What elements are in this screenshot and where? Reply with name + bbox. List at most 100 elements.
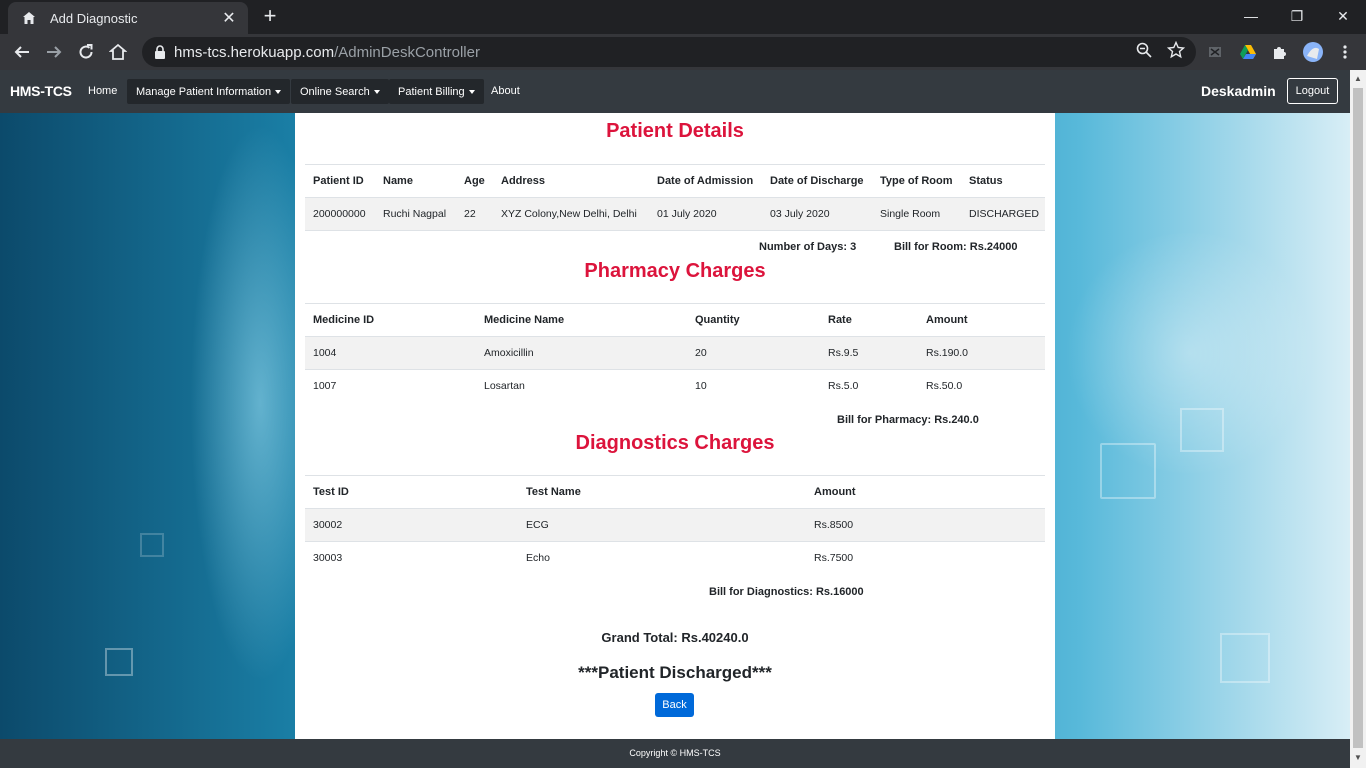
- zoom-icon[interactable]: [1134, 40, 1154, 60]
- column-header: Status: [969, 175, 1003, 187]
- column-header: Test Name: [526, 486, 581, 498]
- nav-home[interactable]: Home: [88, 85, 117, 97]
- patient-status: DISCHARGED: [969, 208, 1040, 220]
- table-header-row: Medicine ID Medicine Name Quantity Rate …: [305, 304, 1045, 337]
- nav-patient-billing-dropdown[interactable]: Patient Billing: [389, 79, 484, 104]
- forward-arrow-icon[interactable]: [42, 40, 66, 64]
- back-arrow-icon[interactable]: [10, 40, 34, 64]
- lock-icon: [155, 45, 165, 59]
- medicine-quantity: 10: [695, 380, 707, 392]
- top-navbar: HMS-TCS Home Manage Patient Information …: [0, 70, 1350, 113]
- discharge-status: ***Patient Discharged***: [578, 663, 772, 682]
- page-footer: Copyright © HMS-TCS: [0, 739, 1350, 768]
- browser-tab[interactable]: Add Diagnostic ✕: [8, 2, 248, 34]
- scrollbar-thumb[interactable]: [1353, 88, 1363, 748]
- test-name: ECG: [526, 519, 549, 531]
- browser-tab-strip: Add Diagnostic ✕ + — ❐ ✕: [0, 0, 1366, 34]
- column-header: Quantity: [695, 314, 740, 326]
- extension-shield-icon[interactable]: [1206, 43, 1224, 61]
- test-id: 30002: [313, 519, 343, 531]
- medicine-name: Amoxicillin: [484, 347, 534, 359]
- nav-manage-patient-dropdown[interactable]: Manage Patient Information: [127, 79, 291, 104]
- logout-button[interactable]: Logout: [1287, 78, 1338, 104]
- table-row: 30003 Echo Rs.7500: [305, 542, 1045, 575]
- patient-id: 200000000: [313, 208, 366, 220]
- minimize-icon[interactable]: —: [1228, 0, 1274, 32]
- url-text: hms-tcs.herokuapp.com/AdminDeskControlle…: [174, 44, 480, 61]
- table-header-row: Test ID Test Name Amount: [305, 476, 1045, 509]
- page-viewport: HMS-TCS Home Manage Patient Information …: [0, 70, 1350, 768]
- medicine-rate: Rs.9.5: [828, 347, 859, 359]
- patient-details-heading: Patient Details: [606, 120, 744, 142]
- date-of-discharge: 03 July 2020: [770, 208, 830, 220]
- medicine-name: Losartan: [484, 380, 525, 392]
- medicine-amount: Rs.50.0: [926, 380, 963, 392]
- url-path: /AdminDeskController: [334, 43, 480, 61]
- reload-icon[interactable]: [74, 40, 98, 64]
- test-name: Echo: [526, 552, 550, 564]
- diagnostics-table: Test ID Test Name Amount 30002 ECG Rs.85…: [305, 475, 1045, 575]
- room-type: Single Room: [880, 208, 941, 220]
- patient-age: 22: [464, 208, 476, 220]
- new-tab-icon[interactable]: +: [258, 5, 282, 29]
- patient-address: XYZ Colony,New Delhi, Delhi: [501, 208, 637, 220]
- bill-summary-panel: Patient Details Patient ID Name Age Addr…: [295, 113, 1055, 739]
- caret-down-icon: [468, 89, 475, 94]
- medicine-rate: Rs.5.0: [828, 380, 859, 392]
- current-user-name: Deskadmin: [1201, 83, 1276, 99]
- column-header: Name: [383, 175, 413, 187]
- home-favicon-icon: [23, 12, 35, 24]
- patient-details-table: Patient ID Name Age Address Date of Admi…: [305, 164, 1045, 231]
- medicine-id: 1004: [313, 347, 337, 359]
- profile-avatar-icon[interactable]: [1302, 41, 1324, 63]
- brand-logo[interactable]: HMS-TCS: [10, 83, 72, 99]
- room-bill: Bill for Room: Rs.24000: [894, 241, 1018, 253]
- pharmacy-bill: Bill for Pharmacy: Rs.240.0: [837, 414, 979, 426]
- tab-title: Add Diagnostic: [50, 10, 138, 26]
- table-row: 200000000 Ruchi Nagpal 22 XYZ Colony,New…: [305, 198, 1045, 231]
- column-header: Date of Discharge: [770, 175, 864, 187]
- scroll-up-arrow-icon[interactable]: ▲: [1354, 75, 1362, 83]
- number-of-days: Number of Days: 3: [759, 241, 857, 253]
- table-row: 1007 Losartan 10 Rs.5.0 Rs.50.0: [305, 370, 1045, 403]
- url-host: hms-tcs.herokuapp.com: [174, 43, 335, 61]
- column-header: Amount: [814, 486, 856, 498]
- test-id: 30003: [313, 552, 343, 564]
- medicine-id: 1007: [313, 380, 337, 392]
- nav-online-search-dropdown[interactable]: Online Search: [291, 79, 389, 104]
- tab-close-icon[interactable]: ✕: [220, 8, 238, 28]
- table-header-row: Patient ID Name Age Address Date of Admi…: [305, 165, 1045, 198]
- column-header: Medicine Name: [484, 314, 565, 326]
- pharmacy-table: Medicine ID Medicine Name Quantity Rate …: [305, 303, 1045, 403]
- column-header: Medicine ID: [313, 314, 375, 326]
- extensions-puzzle-icon[interactable]: [1271, 43, 1289, 61]
- caret-down-icon: [275, 89, 282, 94]
- table-row: 1004 Amoxicillin 20 Rs.9.5 Rs.190.0: [305, 337, 1045, 370]
- chrome-menu-icon[interactable]: [1336, 43, 1354, 61]
- column-header: Test ID: [313, 486, 349, 498]
- caret-down-icon: [373, 89, 380, 94]
- diagnostics-bill: Bill for Diagnostics: Rs.16000: [709, 586, 864, 598]
- restore-icon[interactable]: ❐: [1274, 0, 1320, 32]
- scroll-down-arrow-icon[interactable]: ▼: [1354, 754, 1362, 762]
- nav-about[interactable]: About: [491, 85, 520, 97]
- back-button[interactable]: Back: [655, 693, 694, 717]
- home-icon[interactable]: [106, 40, 130, 64]
- date-of-admission: 01 July 2020: [657, 208, 717, 220]
- browser-toolbar: hms-tcs.herokuapp.com/AdminDeskControlle…: [0, 34, 1366, 70]
- grand-total: Grand Total: Rs.40240.0: [601, 630, 749, 645]
- address-bar[interactable]: hms-tcs.herokuapp.com/AdminDeskControlle…: [142, 37, 1196, 67]
- page-scrollbar[interactable]: ▲ ▼: [1350, 70, 1366, 768]
- nav-manage-label: Manage Patient Information: [136, 85, 272, 98]
- bookmark-star-icon[interactable]: [1166, 40, 1186, 60]
- medicine-quantity: 20: [695, 347, 707, 359]
- column-header: Rate: [828, 314, 852, 326]
- google-drive-icon[interactable]: [1239, 43, 1257, 61]
- diagnostics-charges-heading: Diagnostics Charges: [575, 432, 775, 454]
- column-header: Patient ID: [313, 175, 364, 187]
- pharmacy-charges-heading: Pharmacy Charges: [584, 260, 766, 282]
- column-header: Type of Room: [880, 175, 953, 187]
- medicine-amount: Rs.190.0: [926, 347, 969, 359]
- table-row: 30002 ECG Rs.8500: [305, 509, 1045, 542]
- window-close-icon[interactable]: ✕: [1320, 0, 1366, 32]
